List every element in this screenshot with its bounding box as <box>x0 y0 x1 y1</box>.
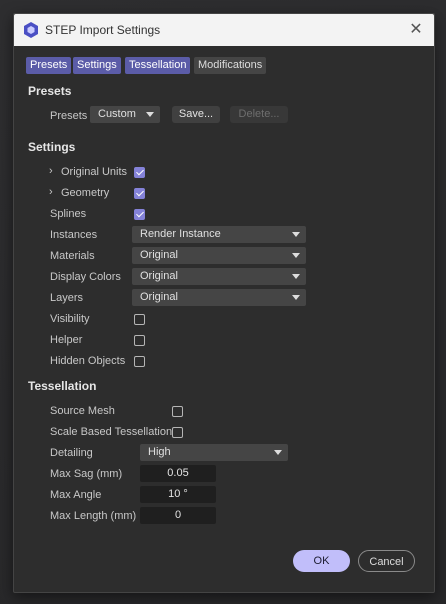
hidden-objects-label: Hidden Objects <box>50 355 126 367</box>
detailing-dropdown[interactable]: High <box>140 444 288 461</box>
delete-preset-button[interactable]: Delete... <box>230 106 288 123</box>
detailing-value: High <box>148 446 171 458</box>
materials-value: Original <box>140 249 178 261</box>
tab-tessellation[interactable]: Tessellation <box>125 57 191 74</box>
layers-value: Original <box>140 291 178 303</box>
tab-settings[interactable]: Settings <box>73 57 121 74</box>
max-sag-label: Max Sag (mm) <box>50 468 123 480</box>
scale-based-label: Scale Based Tessellation <box>50 426 173 438</box>
display-colors-label: Display Colors <box>50 271 121 283</box>
geometry-checkbox[interactable] <box>134 188 145 199</box>
geometry-label: Geometry <box>61 187 110 199</box>
max-angle-label: Max Angle <box>50 489 102 501</box>
layers-label: Layers <box>50 292 84 304</box>
save-preset-button[interactable]: Save... <box>172 106 220 123</box>
cancel-button[interactable]: Cancel <box>358 550 415 572</box>
scale-based-checkbox[interactable] <box>172 427 183 438</box>
materials-label: Materials <box>50 250 95 262</box>
splines-checkbox[interactable] <box>134 209 145 220</box>
ok-button[interactable]: OK <box>293 550 350 572</box>
materials-dropdown[interactable]: Original <box>132 247 306 264</box>
source-mesh-label: Source Mesh <box>50 405 115 417</box>
presets-dropdown[interactable]: Custom <box>90 106 160 123</box>
title-bar: STEP Import Settings ✕ <box>14 14 434 46</box>
visibility-checkbox[interactable] <box>134 314 145 325</box>
hidden-objects-checkbox[interactable] <box>134 356 145 367</box>
tab-modifications[interactable]: Modifications <box>194 57 267 74</box>
chevron-right-icon[interactable]: › <box>49 165 53 177</box>
helper-label: Helper <box>50 334 83 346</box>
original-units-label: Original Units <box>61 166 128 178</box>
max-length-label: Max Length (mm) <box>50 510 137 522</box>
chevron-down-icon <box>292 295 300 300</box>
max-length-field[interactable]: 0 <box>140 507 216 524</box>
chevron-down-icon <box>146 112 154 117</box>
window-title: STEP Import Settings <box>45 23 161 37</box>
instances-value: Render Instance <box>140 228 221 240</box>
tab-presets[interactable]: Presets <box>26 57 72 74</box>
presets-label: Presets <box>50 110 88 122</box>
chevron-down-icon <box>274 450 282 455</box>
max-angle-field[interactable]: 10 ° <box>140 486 216 503</box>
hexagon-cube-icon <box>24 22 38 38</box>
chevron-down-icon <box>292 274 300 279</box>
tessellation-heading: Tessellation <box>28 379 97 393</box>
display-colors-value: Original <box>140 270 178 282</box>
detailing-label: Detailing <box>50 447 93 459</box>
presets-value: Custom <box>98 108 136 120</box>
close-icon[interactable]: ✕ <box>406 20 426 40</box>
chevron-down-icon <box>292 253 300 258</box>
helper-checkbox[interactable] <box>134 335 145 346</box>
max-sag-field[interactable]: 0.05 <box>140 465 216 482</box>
presets-heading: Presets <box>28 84 72 98</box>
import-settings-dialog: STEP Import Settings ✕ Presets Settings … <box>13 13 435 593</box>
visibility-label: Visibility <box>50 313 90 325</box>
chevron-down-icon <box>292 232 300 237</box>
splines-label: Splines <box>50 208 87 220</box>
instances-dropdown[interactable]: Render Instance <box>132 226 306 243</box>
source-mesh-checkbox[interactable] <box>172 406 183 417</box>
original-units-checkbox[interactable] <box>134 167 145 178</box>
display-colors-dropdown[interactable]: Original <box>132 268 306 285</box>
instances-label: Instances <box>50 229 98 241</box>
layers-dropdown[interactable]: Original <box>132 289 306 306</box>
settings-heading: Settings <box>28 140 76 154</box>
chevron-right-icon[interactable]: › <box>49 186 53 198</box>
